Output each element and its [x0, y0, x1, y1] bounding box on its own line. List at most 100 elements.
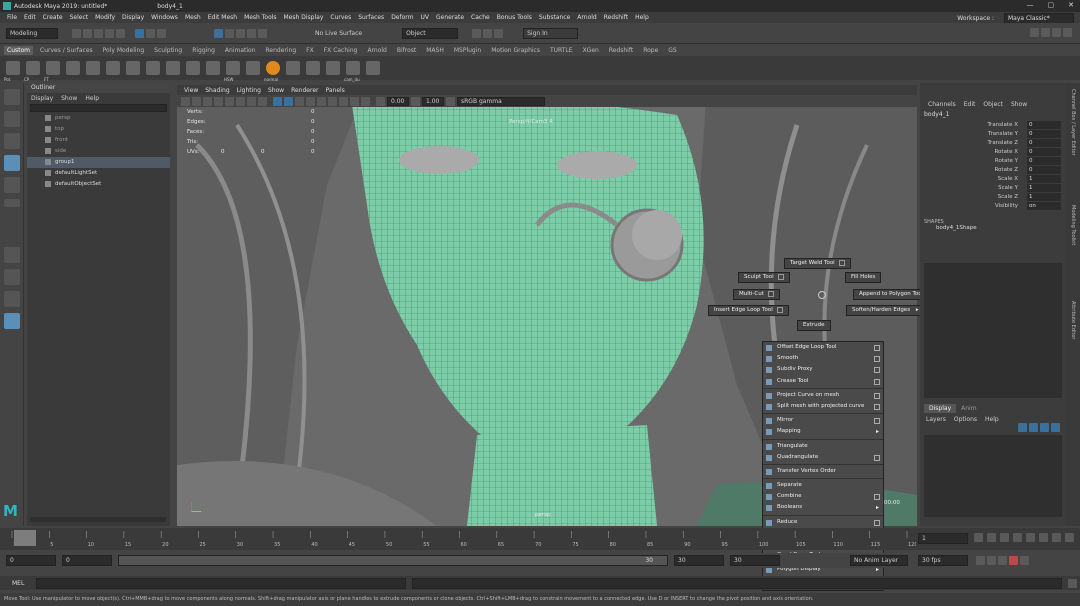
channel-menu-show[interactable]: Show	[1011, 101, 1027, 108]
shelf-tab-sculpting[interactable]: Sculpting	[151, 46, 185, 55]
outliner-item[interactable]: defaultLightSet	[27, 168, 170, 179]
menu-item-crease-tool[interactable]: Crease Tool	[763, 376, 883, 387]
fill-holes-item[interactable]: Fill Holes	[845, 272, 882, 283]
ipr-icon[interactable]	[483, 28, 493, 38]
shelf-tab-mash[interactable]: MASH	[423, 46, 447, 55]
option-box-icon[interactable]	[874, 454, 880, 461]
step-forward-key-icon[interactable]	[1052, 533, 1061, 542]
option-box-icon[interactable]	[874, 356, 880, 363]
textured-icon[interactable]	[295, 96, 304, 106]
channel-value[interactable]: 0	[1027, 166, 1061, 174]
exposure-field[interactable]: 0.00	[387, 96, 409, 106]
exposure-icon[interactable]	[376, 96, 385, 106]
rotate-tool-icon[interactable]	[3, 177, 20, 193]
shelf-tool-icon[interactable]	[286, 61, 300, 75]
shelf-tab-poly-modeling[interactable]: Poly Modeling	[100, 46, 148, 55]
range-end-field[interactable]: 30	[674, 555, 724, 566]
shelf-tab-fx-caching[interactable]: FX Caching	[321, 46, 361, 55]
outliner-item[interactable]: top	[27, 124, 170, 135]
channel-row[interactable]: Rotate Z 0	[920, 166, 1066, 175]
shelf-tool-icon[interactable]: cam_du	[344, 61, 360, 82]
shelf-tab-xgen[interactable]: XGen	[580, 46, 602, 55]
open-scene-icon[interactable]	[83, 28, 92, 38]
playback-settings-icon[interactable]	[1020, 556, 1029, 565]
menu-item-split-mesh-with-projected-curve[interactable]: Split mesh with projected curve	[763, 401, 883, 412]
viewport-menu-shading[interactable]: Shading	[205, 87, 229, 94]
side-tab-modeling-toolkit[interactable]: Modeling Toolkit	[1070, 205, 1076, 295]
film-gate-icon[interactable]	[225, 96, 234, 106]
channel-box-icon[interactable]	[1063, 28, 1072, 37]
shelf-tab-gs[interactable]: GS	[665, 46, 679, 55]
option-box-icon[interactable]	[874, 403, 880, 410]
outliner-search-input[interactable]	[30, 104, 167, 112]
menu-help[interactable]: Help	[635, 14, 649, 21]
select-object-icon[interactable]	[146, 28, 155, 38]
shelf-tool-icon[interactable]	[246, 61, 260, 75]
outliner-item[interactable]: defaultObjectSet	[27, 179, 170, 190]
menu-item-combine[interactable]: Combine	[763, 491, 883, 502]
outliner-item[interactable]: group1	[27, 157, 170, 168]
menu-select[interactable]: Select	[70, 14, 89, 21]
option-box-icon[interactable]	[874, 418, 880, 425]
menu-item-reduce[interactable]: Reduce	[763, 517, 883, 528]
menu-bonus-tools[interactable]: Bonus Tools	[497, 14, 532, 21]
option-box-icon[interactable]	[874, 367, 880, 374]
menu-item-mapping[interactable]: Mapping ▸	[763, 426, 883, 437]
anim-layer-select[interactable]: No Anim Layer	[850, 555, 908, 566]
mel-command-input[interactable]	[36, 577, 407, 589]
single-view-icon[interactable]	[3, 247, 20, 263]
menu-redshift[interactable]: Redshift	[604, 14, 628, 21]
shelf-tab-motion-graphics[interactable]: Motion Graphics	[488, 46, 543, 55]
step-back-key-icon[interactable]	[987, 533, 996, 542]
channel-value[interactable]: 0	[1027, 148, 1061, 156]
select-component-icon[interactable]	[157, 28, 166, 38]
new-layer-icon[interactable]	[1040, 423, 1049, 432]
menu-item-mirror[interactable]: Mirror	[763, 415, 883, 426]
shelf-tab-rope[interactable]: Rope	[640, 46, 661, 55]
go-start-icon[interactable]	[974, 533, 983, 542]
side-tab-channel-box-layer-editor[interactable]: Channel Box / Layer Editor	[1070, 89, 1076, 199]
snap-curve-icon[interactable]	[225, 28, 234, 38]
go-end-icon[interactable]	[1065, 533, 1074, 542]
menu-arnold[interactable]: Arnold	[577, 14, 596, 21]
shelf-tab-curves-surfaces[interactable]: Curves / Surfaces	[37, 46, 96, 55]
shelf-tab-fx[interactable]: FX	[303, 46, 317, 55]
shelf-tool-icon[interactable]: HSW	[224, 61, 240, 82]
range-bar-track[interactable]: 30	[118, 555, 668, 566]
grid-icon[interactable]	[214, 96, 223, 106]
redo-icon[interactable]	[116, 28, 125, 38]
side-tab-attribute-editor[interactable]: Attribute Editor	[1070, 301, 1076, 391]
shelf-tool-icon[interactable]	[326, 61, 340, 75]
four-view-icon[interactable]	[3, 269, 20, 285]
isolate-icon[interactable]	[350, 96, 359, 106]
shelf-tool-icon[interactable]: CP	[24, 61, 40, 82]
character-set-icon[interactable]	[998, 556, 1007, 565]
viewport-menu-view[interactable]: View	[184, 87, 198, 94]
menu-mesh[interactable]: Mesh	[185, 14, 201, 21]
current-frame-field[interactable]: 1	[918, 533, 968, 544]
menu-file[interactable]: File	[7, 14, 17, 21]
shelf-tool-icon[interactable]	[126, 61, 140, 75]
channel-value[interactable]: 1	[1027, 193, 1061, 201]
attribute-editor-icon[interactable]	[1041, 28, 1050, 37]
menu-item-triangulate[interactable]: Triangulate	[763, 441, 883, 452]
wireframe-icon[interactable]	[273, 96, 282, 106]
gamma-icon[interactable]	[411, 96, 420, 106]
sign-in-button[interactable]: Sign In	[523, 27, 579, 39]
aa-icon[interactable]	[339, 96, 348, 106]
shelf-tab-rendering[interactable]: Rendering	[263, 46, 300, 55]
shelf-tool-icon[interactable]	[206, 61, 220, 75]
menu-deform[interactable]: Deform	[391, 14, 413, 21]
play-back-icon[interactable]	[1013, 533, 1022, 542]
new-layer-selected-icon[interactable]	[1051, 423, 1060, 432]
channel-value[interactable]: 1	[1027, 175, 1061, 183]
channel-row[interactable]: Scale X 1	[920, 175, 1066, 184]
sculpt-tool-item[interactable]: Sculpt Tool	[738, 272, 790, 283]
insert-edge-loop-options[interactable]	[776, 306, 783, 313]
menu-item-subdiv-proxy[interactable]: Subdiv Proxy	[763, 364, 883, 375]
shelf-tab-arnold[interactable]: Arnold	[364, 46, 389, 55]
menu-item-smooth[interactable]: Smooth	[763, 353, 883, 364]
multi-cut-options[interactable]	[767, 290, 774, 297]
scene-tab[interactable]: body4_1	[157, 3, 182, 10]
shelf-tool-icon[interactable]	[166, 61, 180, 75]
